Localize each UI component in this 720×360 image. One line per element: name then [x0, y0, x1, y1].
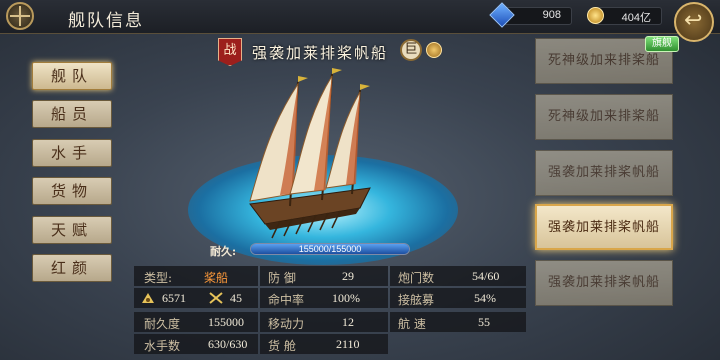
ship-card-4[interactable]: 强袭加莱排桨帆船 [535, 204, 673, 250]
gem-value: 908 [542, 9, 561, 21]
menu-item-talent[interactable]: 天赋 [32, 216, 112, 244]
back-button[interactable]: ↩ [674, 2, 714, 42]
move-value: 12 [342, 315, 354, 329]
type-label: 类型: [144, 271, 173, 285]
ship-card-2[interactable]: 死神级加来排桨船 [535, 94, 673, 140]
cannon-value: 54/60 [472, 269, 500, 283]
durability-stat-value: 155000 [208, 315, 244, 329]
stats-panel: 类型: 桨船 6571 45 耐久度 155000 水手数 630/630 防 … [134, 262, 526, 358]
page-title: 舰队信息 [68, 11, 144, 31]
durability-text: 155000/155000 [298, 244, 362, 254]
stat-defense: 防 御 29 [260, 266, 388, 286]
ship-title-row: 战 强袭加莱排桨帆船 巨 [218, 38, 442, 66]
cannon-label: 炮门数 [398, 271, 435, 285]
gem-counter: 908 [489, 2, 572, 28]
stat-crew: 水手数 630/630 [134, 334, 258, 354]
crew-value: 630/630 [208, 337, 248, 351]
stat-move: 移动力 12 [260, 312, 388, 332]
war-badge: 战 [218, 38, 242, 66]
boarding-label: 接舷募 [398, 293, 435, 307]
cargo-value: 2110 [336, 337, 360, 351]
stat-cargo: 货 舱 2110 [260, 334, 388, 354]
sailor-icon [142, 293, 154, 303]
back-arrow-icon: ↩ [684, 8, 703, 33]
swords-value: 45 [230, 291, 242, 305]
menu-item-beauty[interactable]: 红颜 [32, 254, 112, 282]
top-bar: 舰队信息 908 404亿 [0, 0, 720, 34]
coin-icon [587, 7, 604, 24]
durability-bar: 155000/155000 [250, 243, 410, 255]
defense-label: 防 御 [268, 271, 296, 285]
stat-type: 类型: 桨船 [134, 266, 258, 286]
ship-card-5[interactable]: 强袭加莱排桨帆船 [535, 260, 673, 306]
stat-hit: 命中率 100% [260, 288, 388, 308]
stat-durability: 耐久度 155000 [134, 312, 258, 332]
stat-boarding: 接舷募 54% [390, 288, 526, 308]
speed-value: 55 [478, 315, 490, 329]
ship-name: 强袭加莱排桨帆船 [252, 44, 389, 62]
gold-value: 404亿 [621, 12, 651, 24]
menu-item-fleet[interactable]: 舰队 [32, 62, 112, 90]
type-value: 桨船 [204, 271, 229, 285]
move-label: 移动力 [268, 317, 305, 331]
durability-stat-label: 耐久度 [144, 317, 181, 331]
sailors-value: 6571 [162, 291, 186, 305]
ship-model [249, 68, 371, 239]
stat-cannon: 炮门数 54/60 [390, 266, 526, 286]
flagship-badge: 旗舰 [645, 36, 679, 52]
hit-value: 100% [332, 291, 360, 305]
gold-counter: 404亿 [587, 7, 662, 25]
cargo-label: 货 舱 [268, 339, 296, 353]
size-badge: 巨 [400, 39, 422, 61]
defense-value: 29 [342, 269, 354, 283]
gem-icon [489, 2, 515, 28]
crew-label: 水手数 [144, 339, 181, 353]
compass-icon [6, 2, 34, 30]
crossed-swords-icon [209, 292, 223, 304]
menu-item-crew[interactable]: 船员 [32, 100, 112, 128]
stat-speed: 航 速 55 [390, 312, 526, 332]
hit-label: 命中率 [268, 293, 305, 307]
menu-item-cargo[interactable]: 货物 [32, 177, 112, 205]
speed-label: 航 速 [398, 317, 426, 331]
menu-item-sailors[interactable]: 水手 [32, 139, 112, 167]
boarding-value: 54% [474, 291, 496, 305]
stat-sailors-swords: 6571 45 [134, 288, 258, 308]
durability-label: 耐久: [210, 245, 237, 258]
swap-icon[interactable] [426, 42, 442, 58]
ship-card-3[interactable]: 强袭加莱排桨帆船 [535, 150, 673, 196]
